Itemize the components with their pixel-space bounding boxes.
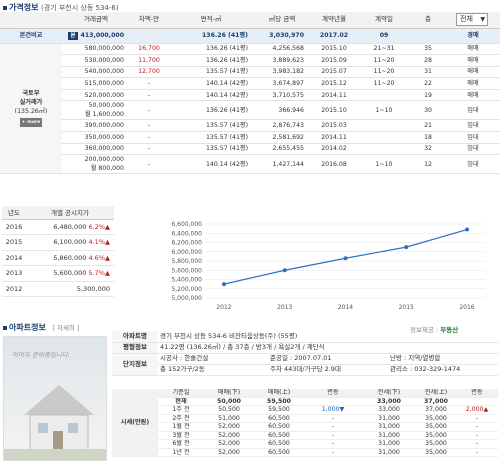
price-table-header: 거래금액 차액-만 면적-㎡ ㎡당 금액 계약년월 계약일 층 xyxy=(0,12,500,29)
table-row: 2014 5,860,000 4.6%▲ xyxy=(2,250,114,266)
compare-price: 413,000,000 xyxy=(80,32,124,39)
y-tick-label: 5,800,000 xyxy=(171,258,202,265)
x-tick-label: 2014 xyxy=(338,304,353,311)
x-tick-label: 2016 xyxy=(459,304,474,311)
y-tick-label: 5,400,000 xyxy=(171,277,202,284)
sise-label: 시세(만원) xyxy=(112,389,158,458)
up-arrow-icon: ▲ xyxy=(105,238,110,247)
table-row: 50,000,000 월 1,600,000 - 136.26 (41평) 366… xyxy=(0,100,500,121)
market-price-table: 시세(만원) 기준일 매매(下) 매매(上) 변동 전세(下) 전세(上) 변동… xyxy=(112,389,498,458)
x-tick-label: 2013 xyxy=(277,304,292,311)
y-tick-label: 6,200,000 xyxy=(171,240,202,247)
table-row: 530,000,000 11,700 136.26 (41평) 3,889,62… xyxy=(0,54,500,67)
table-row: 3월 전 52,000 60,500-31,000 35,000- xyxy=(112,431,498,441)
table-row: 2012 5,300,000 xyxy=(2,281,114,297)
y-tick-label: 6,000,000 xyxy=(171,249,202,256)
table-row: 2주 전 51,000 60,500-31,000 35,000- xyxy=(112,414,498,424)
table-row: 현재 50,000 59,500 33,000 37,000 xyxy=(112,397,498,407)
up-arrow-icon: ▲ xyxy=(105,253,110,262)
table-row: 1년 전 52,000 60,500-31,000 35,000- xyxy=(112,448,498,458)
price-table: 거래금액 차액-만 면적-㎡ ㎡당 금액 계약년월 계약일 층 본건비교 본 41… xyxy=(0,12,500,175)
detail-link[interactable]: [ 자세히 ] xyxy=(52,324,79,332)
apt-photo-placeholder: 이미지 준비중입니다. xyxy=(3,336,107,461)
apt-info-header: 아파트정보 [ 자세히 ] xyxy=(3,322,80,334)
y-tick-label: 5,000,000 xyxy=(171,295,202,302)
col-contract-ym: 계약년월 xyxy=(310,12,358,29)
y-tick-label: 5,200,000 xyxy=(171,286,202,293)
side-label: 국토부 실거래가 (135.26㎡) + more xyxy=(0,43,62,175)
data-point xyxy=(465,227,469,232)
col-official-price: 개별 공시지가 xyxy=(25,206,114,220)
section-title: 가격정보 xyxy=(9,3,39,12)
table-row: 515,000,000 - 140.14 (42평) 3,674,897 201… xyxy=(0,77,500,90)
official-price-chart: 5,000,000 5,200,000 5,400,000 5,600,000 5,80… xyxy=(171,221,485,311)
data-point xyxy=(282,268,287,273)
apt-info-table: 아파트명 경기 부천시 상동 534-6 비잔티움상동(주) (55평) 평형정… xyxy=(112,331,499,376)
type-filter-select[interactable]: 전체 ▼ xyxy=(456,13,488,26)
table-row: 2016 6,480,000 6.2%▲ xyxy=(2,219,114,235)
col-area: 면적-㎡ xyxy=(168,12,254,29)
table-row: 2015 6,100,000 4.1%▲ xyxy=(2,234,114,251)
table-row: 520,000,000 - 140.14 (42평) 3,710,575 201… xyxy=(0,89,500,102)
table-row: 390,000,000 - 135.57 (41평) 2,876,743 201… xyxy=(0,119,500,133)
table-row: 540,000,000 12,700 135.57 (41평) 3,983,18… xyxy=(0,66,500,79)
y-tick-label: 6,600,000 xyxy=(171,221,202,228)
x-tick-label: 2012 xyxy=(216,304,231,311)
up-arrow-icon: ▲ xyxy=(105,222,110,231)
table-row: 6월 전 52,000 60,500-31,000 35,000- xyxy=(112,439,498,449)
table-row: 1주 전 50,500 59,500 1,000▼ 33,000 37,000 2,000▲ xyxy=(112,405,498,415)
compare-row: 본건비교 본 413,000,000 136.26 (41평) 3,030,970… xyxy=(0,28,500,44)
y-tick-label: 6,400,000 xyxy=(171,230,202,237)
y-tick-label: 5,600,000 xyxy=(171,267,202,274)
data-point xyxy=(404,245,409,250)
table-row: 350,000,000 - 135.57 (41평) 2,581,692 201… xyxy=(0,131,500,144)
col-contract-day: 계약일 xyxy=(358,12,410,29)
table-row: 360,000,000 - 135.57 (41평) 2,655,455 201… xyxy=(0,143,500,156)
compare-tag: 본 xyxy=(68,32,78,40)
bullet-square-icon xyxy=(3,325,7,330)
chevron-down-icon: ▼ xyxy=(480,16,485,23)
compare-label: 본건비교 xyxy=(0,28,62,44)
data-point xyxy=(222,282,226,287)
more-button[interactable]: + more xyxy=(19,118,43,128)
section-title: 아파트정보 xyxy=(9,323,46,332)
col-diff: 차액-만 xyxy=(130,12,168,29)
section-address: (경기 부천시 상동 534-6) xyxy=(41,4,119,12)
official-price-table: 년도 개별 공시지가 2016 6,480,000 6.2%▲ 2015 6,100… xyxy=(2,206,114,297)
table-row: 1월 전 52,000 60,500-31,000 35,000- xyxy=(112,422,498,432)
col-floor: 층 xyxy=(410,12,446,29)
table-row: 200,000,000 월 800,000 - 140.14 (42평) 1,42… xyxy=(0,154,500,175)
col-price: 거래금액 xyxy=(62,12,130,29)
col-per-m2: ㎡당 금액 xyxy=(254,12,310,29)
x-tick-label: 2015 xyxy=(399,304,414,311)
col-year: 년도 xyxy=(2,206,26,220)
table-row: 국토부 실거래가 (135.26㎡) + more 580,000,000 16… xyxy=(0,43,500,175)
table-row: 2013 5,600,000 5.7%▲ xyxy=(2,265,114,282)
bullet-square-icon xyxy=(3,5,7,10)
up-arrow-icon: ▲ xyxy=(105,269,110,278)
house-illustration xyxy=(4,385,106,460)
data-point xyxy=(343,256,348,261)
